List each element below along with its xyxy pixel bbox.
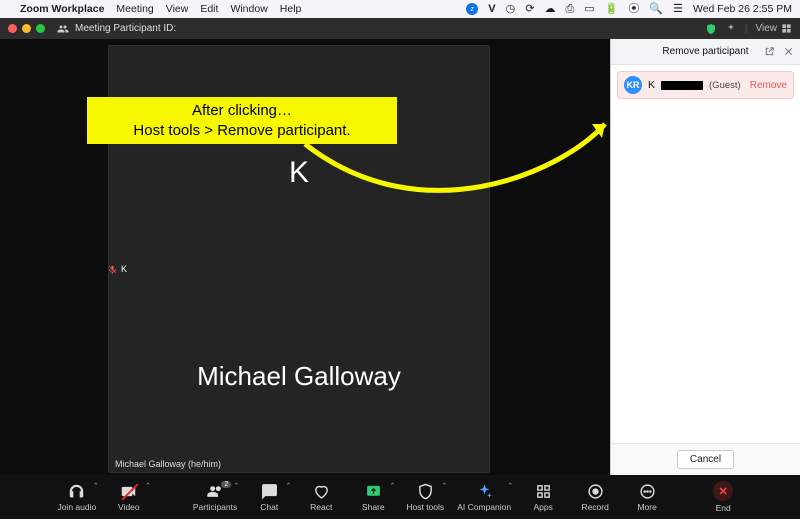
zoom-title-label: Meeting Participant ID: [75,23,176,34]
status-v-icon[interactable]: V [488,4,495,15]
zoom-titlebar: Meeting Participant ID: | View [0,18,800,39]
more-button[interactable]: More [627,483,667,512]
meeting-toolbar: ⌃ Join audio ⌃ Video 2 ⌃ Participants ⌃ … [0,475,800,519]
record-button[interactable]: Record [575,483,615,512]
more-icon [639,483,656,500]
annotation-line2: Host tools > Remove participant. [93,121,391,141]
participants-label: Participants [193,502,237,512]
menubar-app-name[interactable]: Zoom Workplace [20,3,104,15]
status-control-center-icon[interactable]: ☰ [673,4,683,15]
remove-participant-panel: Remove participant KR K (Guest) Remove [610,39,800,475]
chat-icon [261,483,278,500]
chevron-up-icon[interactable]: ⌃ [93,482,99,490]
panel-header: Remove participant [611,39,800,65]
video-button[interactable]: ⌃ Video [109,483,149,512]
share-screen-icon [365,483,382,500]
status-zoom-icon[interactable]: z [466,3,478,15]
menubar-item-view[interactable]: View [166,3,189,15]
zoom-window: Meeting Participant ID: | View K Michael… [0,18,800,519]
video-label: Video [118,502,140,512]
redacted-name [661,81,703,90]
guest-label: (Guest) [709,80,741,91]
participants-title-icon [57,23,69,35]
video-area: K Michael Galloway Michael Galloway (he/… [0,39,610,475]
status-search-icon[interactable]: 🔍 [649,4,663,15]
participant-row[interactable]: KR K (Guest) Remove [617,71,794,99]
shield-icon [417,483,434,500]
react-button[interactable]: React [301,483,341,512]
share-label: Share [362,502,385,512]
participants-button[interactable]: 2 ⌃ Participants [193,483,237,512]
tile-participant-name: Michael Galloway [109,361,489,392]
tile-caption: Michael Galloway (he/him) [111,458,225,470]
menubar-item-help[interactable]: Help [280,3,302,15]
thumbnail-label: K [121,264,127,274]
join-audio-label: Join audio [57,502,96,512]
avatar: KR [624,76,642,94]
status-cloud-icon[interactable]: ☁ [544,4,555,15]
ai-companion-button[interactable]: ⌃ AI Companion [457,483,511,512]
window-minimize-button[interactable] [22,24,31,33]
status-stopwatch-icon[interactable]: ◷ [506,4,516,15]
chevron-up-icon[interactable]: ⌃ [441,482,447,490]
annotation-line1: After clicking… [93,101,391,121]
annotation-callout: After clicking… Host tools > Remove part… [87,97,397,144]
chat-button[interactable]: ⌃ Chat [249,483,289,512]
chat-label: Chat [260,502,278,512]
status-printer-icon[interactable]: ⎙ [565,4,574,15]
remove-link[interactable]: Remove [750,80,787,91]
panel-title: Remove participant [662,46,748,57]
thumbnail-strip: K [108,264,127,274]
apps-button[interactable]: Apps [523,483,563,512]
sparkle-icon[interactable] [725,23,737,35]
chevron-up-icon[interactable]: ⌃ [145,482,151,490]
participants-badge: 2 [221,481,231,488]
headphones-icon [68,483,85,500]
status-updates-icon[interactable]: ⟳ [525,4,534,15]
cancel-button[interactable]: Cancel [677,450,734,469]
react-label: React [310,502,332,512]
participant-name-prefix: K [648,79,655,91]
apps-label: Apps [533,502,552,512]
macos-menubar: Zoom Workplace Meeting View Edit Window … [0,0,800,18]
host-tools-button[interactable]: ⌃ Host tools [405,483,445,512]
popout-icon[interactable] [764,46,775,57]
host-tools-label: Host tools [406,502,444,512]
chevron-up-icon[interactable]: ⌃ [233,482,239,490]
window-zoom-button[interactable] [36,24,45,33]
chevron-up-icon[interactable]: ⌃ [285,482,291,490]
mic-muted-icon [108,265,117,274]
end-x-icon: ✕ [713,481,733,501]
close-icon[interactable] [783,46,794,57]
ai-label: AI Companion [457,502,511,512]
apps-icon [535,483,552,500]
record-icon [587,483,604,500]
grid-icon [781,23,792,34]
chevron-up-icon[interactable]: ⌃ [507,482,513,490]
view-label: View [756,23,778,34]
view-button[interactable]: View [756,23,793,34]
join-audio-button[interactable]: ⌃ Join audio [57,483,97,512]
more-label: More [637,502,656,512]
sparkle-icon [476,483,493,500]
share-button[interactable]: ⌃ Share [353,483,393,512]
shield-icon[interactable] [705,23,717,35]
menubar-item-window[interactable]: Window [230,3,267,15]
heart-icon [313,483,330,500]
status-wifi-icon[interactable]: ⦿ [628,4,639,15]
record-label: Record [581,502,608,512]
window-close-button[interactable] [8,24,17,33]
menubar-item-meeting[interactable]: Meeting [116,3,153,15]
end-label: End [716,503,731,513]
menubar-clock[interactable]: Wed Feb 26 2:55 PM [693,3,792,15]
end-button[interactable]: ✕ End [703,481,743,513]
chevron-up-icon[interactable]: ⌃ [389,482,395,490]
tile-initial: K [109,156,489,190]
status-battery-icon[interactable]: 🔋 [605,4,619,15]
menubar-item-edit[interactable]: Edit [200,3,218,15]
window-controls [8,24,45,33]
status-display-icon[interactable]: ▭ [584,4,594,15]
